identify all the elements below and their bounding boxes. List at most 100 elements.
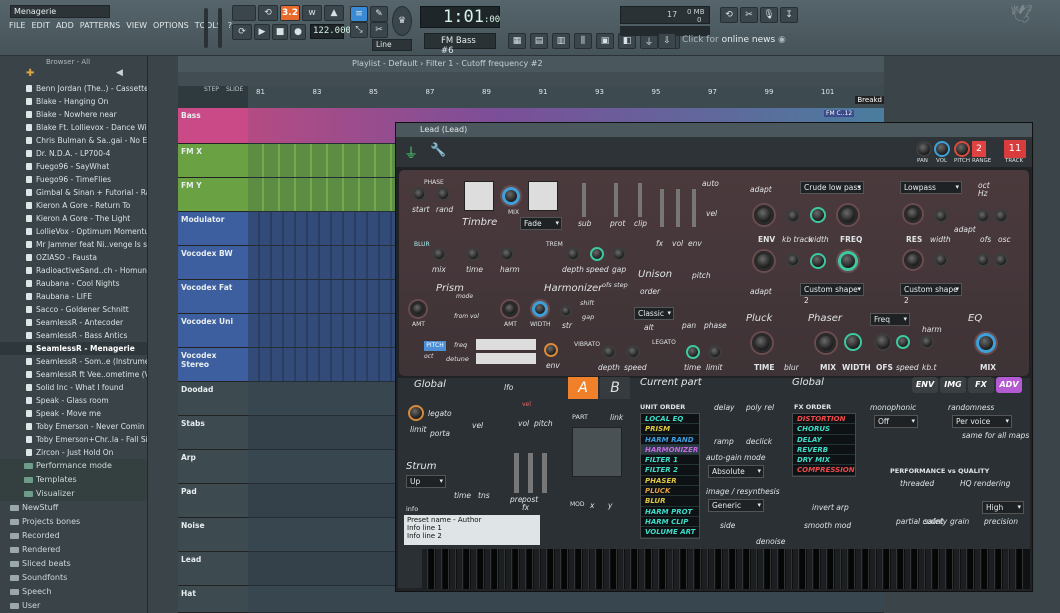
browser-subfolder[interactable]: Visualizer: [0, 487, 147, 501]
loop-icon[interactable]: ⟳: [232, 24, 252, 40]
browser-project-item[interactable]: Blake - Hanging On: [0, 95, 147, 108]
browser-project-item[interactable]: Chris Bulman & Sa..gai - No Escape: [0, 134, 147, 147]
countdown-icon[interactable]: 3.2: [280, 5, 300, 21]
track-header[interactable]: Pad: [178, 484, 248, 518]
mixer-icon[interactable]: ⫼: [574, 33, 592, 49]
browser-project-item[interactable]: SeamlessR - Antecoder: [0, 316, 147, 329]
browser-folder[interactable]: Speech: [0, 585, 147, 599]
resynth-select[interactable]: Generic: [708, 499, 764, 512]
unit-order-item[interactable]: PRISM: [641, 424, 699, 435]
piano-key[interactable]: [590, 549, 596, 589]
piano-key[interactable]: [471, 549, 477, 589]
piano-key[interactable]: [625, 549, 631, 589]
cut-icon[interactable]: ✂: [740, 7, 758, 23]
snap-magnet-icon[interactable]: ≡: [350, 6, 368, 22]
browser-project-item[interactable]: Kieron A Gore - The Light: [0, 212, 147, 225]
tab-env[interactable]: ENV: [912, 377, 938, 393]
unit-order-item[interactable]: HARM RAND: [641, 435, 699, 445]
piano-key[interactable]: [884, 549, 890, 589]
piano-key[interactable]: [506, 549, 512, 589]
browser-project-item[interactable]: Raubana - Cool Nights: [0, 277, 147, 290]
tab-img[interactable]: IMG: [940, 377, 966, 393]
browser-project-item[interactable]: Fuego96 - TimeFlies: [0, 173, 147, 186]
piano-key[interactable]: [436, 549, 442, 589]
track-header[interactable]: Lead: [178, 552, 248, 586]
piano-key[interactable]: [597, 549, 603, 589]
piano-key[interactable]: [863, 549, 869, 589]
piano-key[interactable]: [870, 549, 876, 589]
piano-key[interactable]: [933, 549, 939, 589]
piano-key[interactable]: [709, 549, 715, 589]
piano-key[interactable]: [737, 549, 743, 589]
randomness-select[interactable]: Per voice: [952, 415, 1012, 428]
browser-project-item[interactable]: LollieVox - Optimum Momentum: [0, 225, 147, 238]
browser-folder[interactable]: Rendered: [0, 543, 147, 557]
piano-key[interactable]: [758, 549, 764, 589]
track-header[interactable]: Modulator: [178, 212, 248, 246]
piano-key[interactable]: [954, 549, 960, 589]
piano-key[interactable]: [786, 549, 792, 589]
piano-keyboard[interactable]: [422, 549, 1030, 589]
piano-key[interactable]: [849, 549, 855, 589]
piano-key[interactable]: [555, 549, 561, 589]
tool-grid-icon[interactable]: ♛: [392, 6, 412, 36]
piano-key[interactable]: [464, 549, 470, 589]
piano-key[interactable]: [548, 549, 554, 589]
piano-key[interactable]: [814, 549, 820, 589]
fx-order-item[interactable]: REVERB: [793, 445, 855, 456]
envelope-slider-b[interactable]: [528, 453, 533, 493]
auto-gain-select[interactable]: Absolute: [708, 465, 764, 478]
piano-key[interactable]: [877, 549, 883, 589]
piano-key[interactable]: [744, 549, 750, 589]
browser-project-item[interactable]: Fuego96 - SayWhat: [0, 160, 147, 173]
unit-order-list[interactable]: LOCAL EQ PRISM HARM RAND HARMONIZER FILTER 1…: [640, 413, 700, 539]
browser-project-item[interactable]: SeamlessR ft Vee..ometime (Vocal): [0, 368, 147, 381]
piano-key[interactable]: [562, 549, 568, 589]
global-limit-knob[interactable]: [408, 405, 424, 421]
browser-add-icon[interactable]: ✚: [26, 68, 34, 79]
browser-project-item[interactable]: Blake Ft. Lollievox - Dance With Me: [0, 121, 147, 134]
piano-key[interactable]: [450, 549, 456, 589]
piano-key[interactable]: [996, 549, 1002, 589]
menu-edit[interactable]: EDIT: [30, 20, 50, 31]
piano-key[interactable]: [611, 549, 617, 589]
piano-key[interactable]: [961, 549, 967, 589]
piano-key[interactable]: [618, 549, 624, 589]
piano-key[interactable]: [968, 549, 974, 589]
browser-project-item[interactable]: Gimbal & Sinan + Futorial - RawFL: [0, 186, 147, 199]
piano-key[interactable]: [1017, 549, 1023, 589]
piano-key[interactable]: [681, 549, 687, 589]
browser-project-item[interactable]: Benn Jordan (The..) - Cassette Cafe: [0, 82, 147, 95]
tempo-display[interactable]: 122.000: [310, 24, 351, 39]
unit-order-item[interactable]: HARMONIZER: [641, 444, 699, 456]
envelope-slider-c[interactable]: [542, 453, 547, 493]
unit-order-item[interactable]: FILTER 1: [641, 455, 699, 466]
save-icon[interactable]: ↧: [780, 7, 798, 23]
unit-order-item[interactable]: VOLUME ART: [641, 527, 699, 538]
browser-project-item[interactable]: SeamlessR - Menagerie: [0, 342, 147, 355]
track-header[interactable]: Vocodex BW: [178, 246, 248, 280]
piano-key[interactable]: [835, 549, 841, 589]
menu-options[interactable]: OPTIONS: [152, 20, 190, 31]
piano-key[interactable]: [513, 549, 519, 589]
piano-key[interactable]: [604, 549, 610, 589]
piano-key[interactable]: [821, 549, 827, 589]
piano-key[interactable]: [828, 549, 834, 589]
browser-speaker-icon[interactable]: ◀: [116, 68, 123, 78]
fx-order-list[interactable]: DISTORTION CHORUS DELAY REVERB DRY MIX COMPRE…: [792, 413, 856, 477]
piano-key[interactable]: [800, 549, 806, 589]
piano-key[interactable]: [660, 549, 666, 589]
stop-button[interactable]: ■: [272, 24, 288, 40]
piano-key[interactable]: [856, 549, 862, 589]
play-button[interactable]: ▶: [254, 24, 270, 40]
xy-mod-pad[interactable]: [572, 427, 622, 477]
record-button[interactable]: ●: [290, 24, 306, 40]
browser-folder[interactable]: NewStuff: [0, 501, 147, 515]
download-icon[interactable]: ⇩: [658, 33, 676, 49]
channel-rack-icon[interactable]: ▦: [508, 33, 526, 49]
piano-key[interactable]: [989, 549, 995, 589]
metronome-icon[interactable]: ▲: [324, 5, 344, 21]
piano-key[interactable]: [646, 549, 652, 589]
piano-roll-icon[interactable]: ▤: [530, 33, 548, 49]
info-box[interactable]: Preset name - Author Info line 1 Info line…: [404, 515, 540, 545]
